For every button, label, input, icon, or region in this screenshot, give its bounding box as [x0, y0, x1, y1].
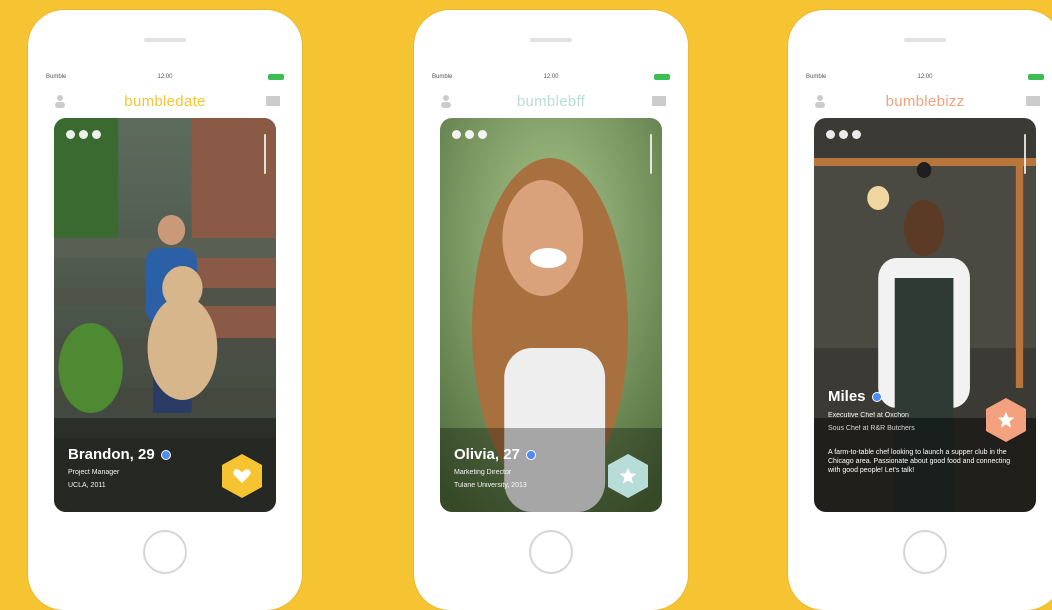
- profile-icon[interactable]: [814, 94, 826, 108]
- carrier-label: Bumble: [46, 74, 67, 80]
- profile-job: Executive Chef at Oxchon: [828, 412, 909, 419]
- heart-icon: [233, 469, 251, 483]
- home-button[interactable]: [529, 530, 573, 574]
- app-header: bumbledate: [42, 84, 288, 118]
- profile-school: Tulane University, 2013: [454, 482, 527, 489]
- status-time: 12:00: [157, 74, 173, 80]
- profile-name-text: Miles: [828, 388, 866, 405]
- profile-card[interactable]: Miles Executive Chef at Oxchon Sous Chef…: [814, 118, 1036, 512]
- star-icon: [619, 467, 637, 484]
- verified-icon: [160, 450, 171, 461]
- profile-name-text: Olivia, 27: [454, 446, 520, 463]
- profile-job: Project Manager: [68, 469, 120, 476]
- card-indicator-dots: [452, 130, 487, 139]
- profile-card[interactable]: Olivia, 27 Marketing Director Tulane Uni…: [440, 118, 662, 512]
- app-header: bumblebff: [428, 84, 674, 118]
- phone-screen: Bumble 12:00 bumblebizz Miles Executive …: [802, 70, 1048, 530]
- profile-school: UCLA, 2011: [68, 482, 106, 489]
- chat-icon[interactable]: [266, 96, 280, 106]
- card-indicator-dots: [826, 130, 861, 139]
- brand-logo: bumblebizz: [886, 93, 965, 110]
- chat-icon[interactable]: [652, 96, 666, 106]
- battery-icon: [1028, 74, 1044, 80]
- phone-bumble-date: Bumble 12:00 bumbledate Brandon, 29 Proj…: [28, 10, 302, 610]
- app-header: bumblebizz: [802, 84, 1048, 118]
- card-indicator-dots: [66, 130, 101, 139]
- profile-name-text: Brandon, 29: [68, 446, 155, 463]
- phone-speaker: [530, 38, 572, 42]
- profile-icon[interactable]: [54, 94, 66, 108]
- status-bar: Bumble 12:00: [42, 70, 288, 84]
- phone-bumble-bizz: Bumble 12:00 bumblebizz Miles Executive …: [788, 10, 1052, 610]
- status-bar: Bumble 12:00: [802, 70, 1048, 84]
- profile-previous-job: Sous Chef at R&R Butchers: [828, 425, 915, 432]
- photo-progress-bar: [650, 134, 652, 174]
- profile-bio: A farm-to-table chef looking to launch a…: [828, 449, 1011, 474]
- brand-main: bumble: [124, 92, 176, 110]
- profile-name: Olivia, 27: [454, 446, 536, 463]
- brand-sub: date: [175, 92, 206, 110]
- star-icon: [997, 411, 1015, 428]
- carrier-label: Bumble: [432, 74, 453, 80]
- phone-screen: Bumble 12:00 bumbledate Brandon, 29 Proj…: [42, 70, 288, 530]
- status-time: 12:00: [917, 74, 933, 80]
- profile-name: Brandon, 29: [68, 446, 171, 463]
- phone-speaker: [144, 38, 186, 42]
- chat-icon[interactable]: [1026, 96, 1040, 106]
- brand-sub: bff: [567, 92, 586, 110]
- status-bar: Bumble 12:00: [428, 70, 674, 84]
- battery-icon: [268, 74, 284, 80]
- carrier-label: Bumble: [806, 74, 827, 80]
- battery-icon: [654, 74, 670, 80]
- brand-main: bumble: [885, 92, 937, 110]
- profile-job: Marketing Director: [454, 469, 512, 476]
- photo-progress-bar: [1024, 134, 1026, 174]
- verified-icon: [525, 450, 536, 461]
- status-time: 12:00: [543, 74, 559, 80]
- brand-sub: bizz: [936, 92, 965, 110]
- brand-logo: bumbledate: [124, 93, 205, 110]
- phone-speaker: [904, 38, 946, 42]
- verified-icon: [871, 392, 882, 403]
- phone-screen: Bumble 12:00 bumblebff Olivia, 27 Market…: [428, 70, 674, 530]
- home-button[interactable]: [143, 530, 187, 574]
- brand-logo: bumblebff: [517, 93, 585, 110]
- home-button[interactable]: [903, 530, 947, 574]
- phone-bumble-bff: Bumble 12:00 bumblebff Olivia, 27 Market…: [414, 10, 688, 610]
- profile-card[interactable]: Brandon, 29 Project Manager UCLA, 2011: [54, 118, 276, 512]
- profile-name: Miles: [828, 388, 882, 405]
- profile-icon[interactable]: [440, 94, 452, 108]
- photo-progress-bar: [264, 134, 266, 174]
- brand-main: bumble: [516, 92, 568, 110]
